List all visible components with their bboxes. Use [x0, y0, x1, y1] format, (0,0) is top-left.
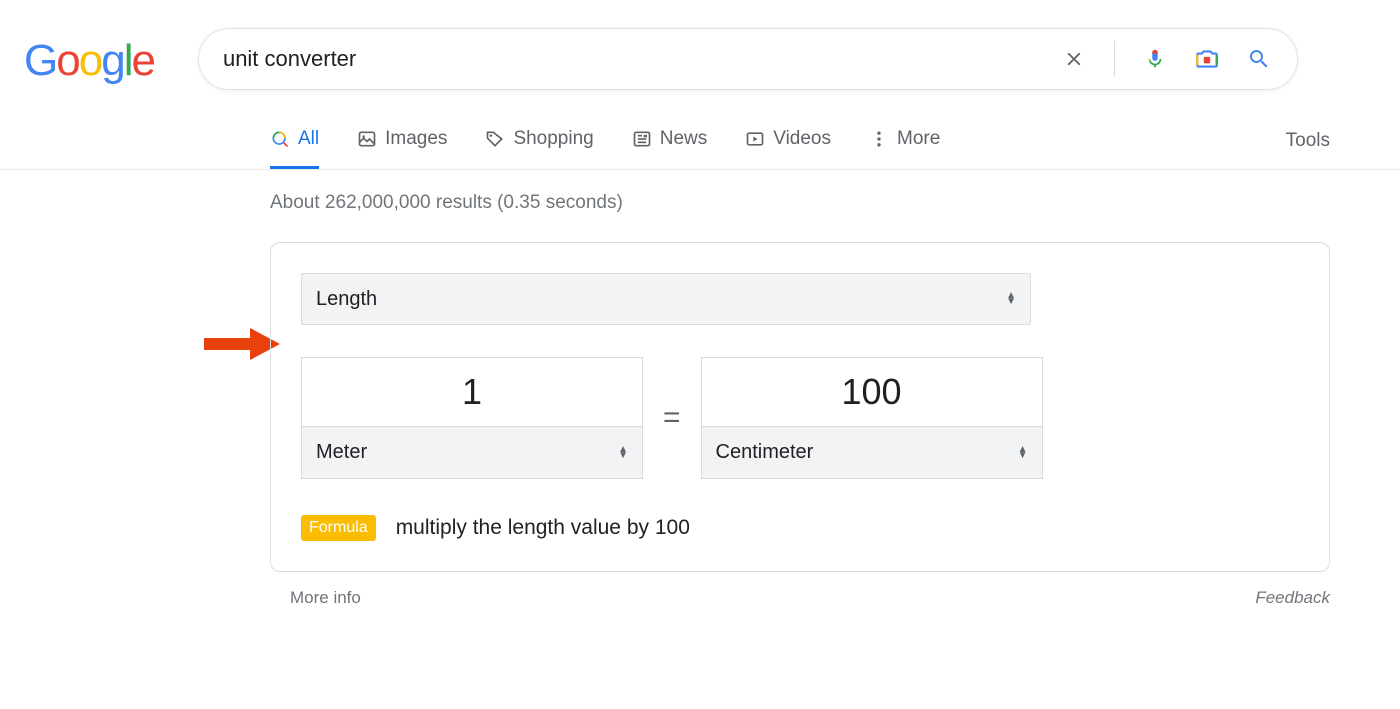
tab-images[interactable]: Images	[357, 128, 447, 169]
tab-videos[interactable]: Videos	[745, 128, 831, 169]
chevron-updown-icon: ▲▼	[618, 447, 628, 459]
tab-more[interactable]: More	[869, 128, 940, 169]
search-icon[interactable]	[1245, 45, 1273, 73]
arrow-pointer-icon	[204, 324, 280, 369]
tab-label: All	[298, 128, 319, 150]
tab-label: More	[897, 128, 940, 150]
from-unit-select[interactable]: Meter ▲▼	[301, 427, 643, 479]
camera-icon[interactable]	[1193, 45, 1221, 73]
tab-news[interactable]: News	[632, 128, 708, 169]
microphone-icon[interactable]	[1141, 45, 1169, 73]
tab-label: Shopping	[513, 128, 593, 150]
search-bar	[198, 28, 1298, 90]
formula-text: multiply the length value by 100	[396, 516, 690, 540]
to-unit-value: Centimeter	[716, 441, 814, 464]
tabs-row: All Images Shopping News Videos More Too…	[270, 128, 1400, 170]
google-logo[interactable]: Google	[24, 36, 154, 86]
divider	[1114, 41, 1115, 77]
tab-all[interactable]: All	[270, 128, 319, 169]
tab-label: Images	[385, 128, 447, 150]
category-select[interactable]: Length ▲▼	[301, 273, 1031, 325]
tools-button[interactable]: Tools	[1286, 130, 1330, 168]
equals-sign: =	[663, 401, 681, 435]
chevron-updown-icon: ▲▼	[1006, 293, 1016, 305]
from-unit-value: Meter	[316, 441, 367, 464]
unit-converter-card: Length ▲▼ Meter ▲▼ = Centimeter ▲▼ Formu…	[270, 242, 1330, 572]
tab-shopping[interactable]: Shopping	[485, 128, 593, 169]
tab-label: Videos	[773, 128, 831, 150]
result-stats: About 262,000,000 results (0.35 seconds)	[270, 192, 1400, 214]
feedback-link[interactable]: Feedback	[1255, 588, 1330, 608]
chevron-updown-icon: ▲▼	[1018, 447, 1028, 459]
tab-label: News	[660, 128, 708, 150]
more-info-link[interactable]: More info	[290, 588, 361, 608]
formula-badge: Formula	[301, 515, 376, 541]
to-value-input[interactable]	[701, 357, 1043, 427]
to-unit-select[interactable]: Centimeter ▲▼	[701, 427, 1043, 479]
from-value-input[interactable]	[301, 357, 643, 427]
search-input[interactable]	[223, 46, 1060, 72]
clear-icon[interactable]	[1060, 45, 1088, 73]
category-value: Length	[316, 288, 377, 311]
